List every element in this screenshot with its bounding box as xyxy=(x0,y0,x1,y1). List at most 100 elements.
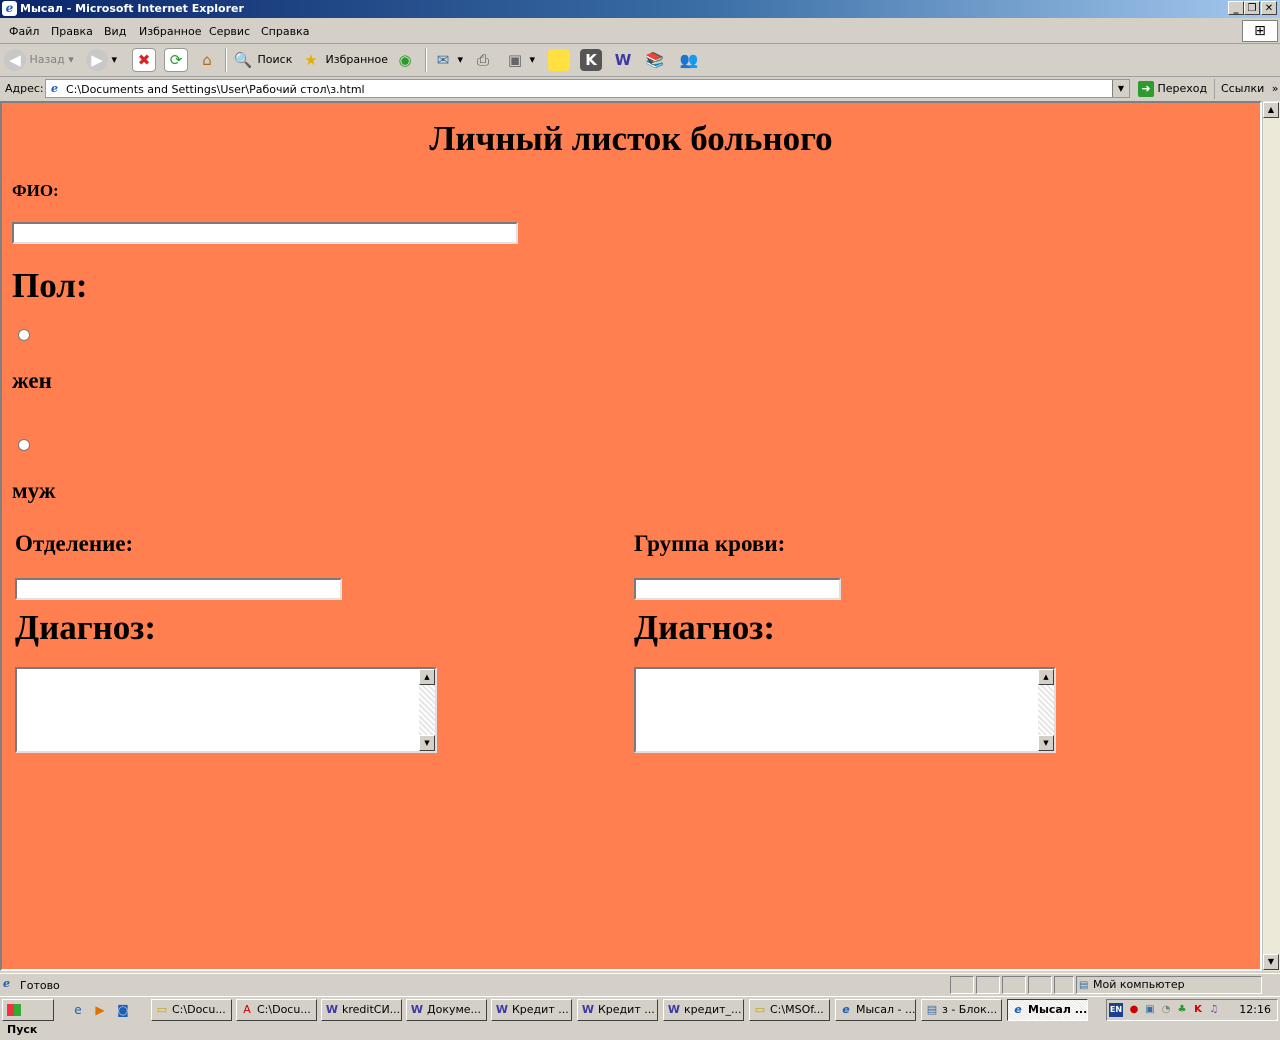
blood-group-label: Группа крови: xyxy=(634,531,786,556)
zone-pane: ▤ Мой компьютер xyxy=(1076,976,1262,994)
address-input[interactable]: e C:\Documents and Settings\User\Рабочий… xyxy=(45,79,1130,98)
window-title-bar[interactable]: e Мысал - Microsoft Internet Explorer _ … xyxy=(0,0,1280,18)
media-icon: ◉ xyxy=(398,51,412,69)
back-arrow-icon: ◀ xyxy=(4,49,26,71)
forward-arrow-icon: ▶ xyxy=(86,49,108,71)
update-icon[interactable]: ♣ xyxy=(1175,1003,1189,1017)
task-button[interactable]: A C:\Docu... xyxy=(236,999,317,1021)
star-icon: ★ xyxy=(304,51,318,69)
restore-button[interactable]: ❐ xyxy=(1244,1,1260,15)
male-radio[interactable] xyxy=(18,439,30,451)
scroll-up-icon[interactable]: ▲ xyxy=(1263,102,1279,118)
task-button[interactable]: ▭ C:\MSOf... xyxy=(749,999,830,1021)
address-bar: Адрес: e C:\Documents and Settings\User\… xyxy=(0,77,1280,102)
page-scrollbar[interactable]: ▲ ▼ xyxy=(1262,101,1280,971)
network-icon[interactable]: ▣ xyxy=(1143,1003,1157,1017)
page-viewport: Личный листок больного ФИО: Пол: жен муж… xyxy=(0,101,1262,971)
home-button[interactable]: ⌂ xyxy=(196,48,218,72)
menu-favorites[interactable]: Избранное xyxy=(139,25,201,38)
textarea-scrollbar[interactable]: ▲ ▼ xyxy=(419,669,435,751)
outlook-quicklaunch-icon[interactable]: ◙ xyxy=(115,1002,131,1018)
note-button[interactable] xyxy=(548,48,570,72)
clock[interactable]: 12:16 xyxy=(1239,1003,1271,1016)
status-pane xyxy=(1002,976,1026,994)
fio-label: ФИО: xyxy=(12,181,59,200)
status-pane xyxy=(1054,976,1074,994)
diagnosis-textarea-1[interactable]: ▲ ▼ xyxy=(15,667,437,753)
word-icon: W xyxy=(325,1003,339,1016)
media-player-quicklaunch-icon[interactable]: ▶ xyxy=(92,1002,108,1018)
back-button[interactable]: ◀ Назад ▾ xyxy=(4,48,74,72)
blood-group-input[interactable] xyxy=(634,578,841,600)
sex-label: Пол: xyxy=(12,266,88,305)
favorites-button[interactable]: ★ Избранное xyxy=(300,48,388,72)
fio-input[interactable] xyxy=(12,222,518,244)
task-button[interactable]: Wкредит_... xyxy=(663,999,744,1021)
printer-icon: ⎙ xyxy=(476,51,489,69)
diagnosis-label-1: Диагноз: xyxy=(15,608,157,647)
links-button[interactable]: Ссылки » xyxy=(1214,79,1278,99)
forward-button[interactable]: ▶ ▾ xyxy=(86,48,117,72)
task-button[interactable]: e Мысал - ... xyxy=(835,999,916,1021)
ie-app-icon[interactable]: e xyxy=(2,1,17,16)
go-button[interactable]: ➜ Переход xyxy=(1138,79,1207,99)
go-arrow-icon: ➜ xyxy=(1138,81,1154,97)
menu-tools[interactable]: Сервис xyxy=(209,25,250,38)
female-label: жен xyxy=(12,368,52,393)
minimize-button[interactable]: _ xyxy=(1228,1,1244,15)
diagnosis-textarea-2[interactable]: ▲ ▼ xyxy=(634,667,1056,753)
refresh-button[interactable]: ⟳ xyxy=(164,48,188,72)
start-button[interactable]: Пуск xyxy=(2,999,54,1036)
messenger-button[interactable]: 👥 xyxy=(678,48,700,72)
scroll-down-icon[interactable]: ▼ xyxy=(1038,735,1054,751)
research-button[interactable]: 📚 xyxy=(644,48,666,72)
status-pane xyxy=(1028,976,1052,994)
mail-icon: ✉ xyxy=(436,51,450,69)
edit-button[interactable]: ▣ ▾ xyxy=(504,48,535,72)
language-indicator[interactable]: EN xyxy=(1109,1003,1123,1017)
menu-file[interactable]: Файл xyxy=(9,25,39,38)
task-button[interactable]: W Докуме... xyxy=(406,999,487,1021)
tray-app-icon[interactable]: ♫ xyxy=(1207,1003,1221,1017)
scroll-down-icon[interactable]: ▼ xyxy=(419,735,435,751)
kaspersky-icon[interactable]: K xyxy=(1191,1003,1205,1017)
window-title: Мысал - Microsoft Internet Explorer xyxy=(20,2,244,15)
menu-help[interactable]: Справка xyxy=(261,25,309,38)
scroll-up-icon[interactable]: ▲ xyxy=(1038,669,1054,685)
close-button[interactable]: ✕ xyxy=(1261,1,1277,15)
scroll-down-icon[interactable]: ▼ xyxy=(1263,954,1279,970)
task-button[interactable]: WkreditСИ... xyxy=(321,999,402,1021)
task-button[interactable]: ▭ C:\Docu... xyxy=(151,999,232,1021)
search-button[interactable]: 🔍 Поиск xyxy=(232,48,293,72)
textarea-scrollbar[interactable]: ▲ ▼ xyxy=(1038,669,1054,751)
male-label: муж xyxy=(12,478,56,503)
task-button-active[interactable]: e Мысал ... xyxy=(1007,999,1088,1021)
antivirus-icon[interactable]: ● xyxy=(1127,1003,1141,1017)
address-dropdown-icon[interactable]: ▼ xyxy=(1112,80,1129,97)
word-icon: W xyxy=(581,1003,595,1016)
ie-quicklaunch-icon[interactable]: e xyxy=(70,1002,86,1018)
diagnosis-label-2: Диагноз: xyxy=(634,608,776,647)
department-input[interactable] xyxy=(15,578,342,600)
folder-icon: ▭ xyxy=(754,1003,766,1016)
note-icon xyxy=(548,49,570,71)
mail-button[interactable]: ✉ ▾ xyxy=(432,48,463,72)
task-button[interactable]: ▤ з - Блок... xyxy=(921,999,1002,1021)
media-button[interactable]: ◉ xyxy=(394,48,416,72)
task-button[interactable]: W Кредит ... xyxy=(491,999,572,1021)
page-icon: e xyxy=(51,82,58,95)
menu-edit[interactable]: Правка xyxy=(51,25,93,38)
volume-icon[interactable]: ◔ xyxy=(1159,1003,1173,1017)
computer-icon: ▤ xyxy=(1079,980,1089,991)
page-title: Личный листок больного xyxy=(429,119,833,158)
address-label: Адрес: xyxy=(5,82,44,95)
menu-view[interactable]: Вид xyxy=(104,25,126,38)
print-button[interactable]: ⎙ xyxy=(472,48,494,72)
task-button[interactable]: W Кредит ... xyxy=(577,999,658,1021)
k-button[interactable]: K xyxy=(580,48,602,72)
word-tool-button[interactable]: W xyxy=(612,48,634,72)
scroll-up-icon[interactable]: ▲ xyxy=(419,669,435,685)
female-radio[interactable] xyxy=(18,329,30,341)
stop-button[interactable]: ✖ xyxy=(132,48,156,72)
search-icon: 🔍 xyxy=(233,51,253,69)
